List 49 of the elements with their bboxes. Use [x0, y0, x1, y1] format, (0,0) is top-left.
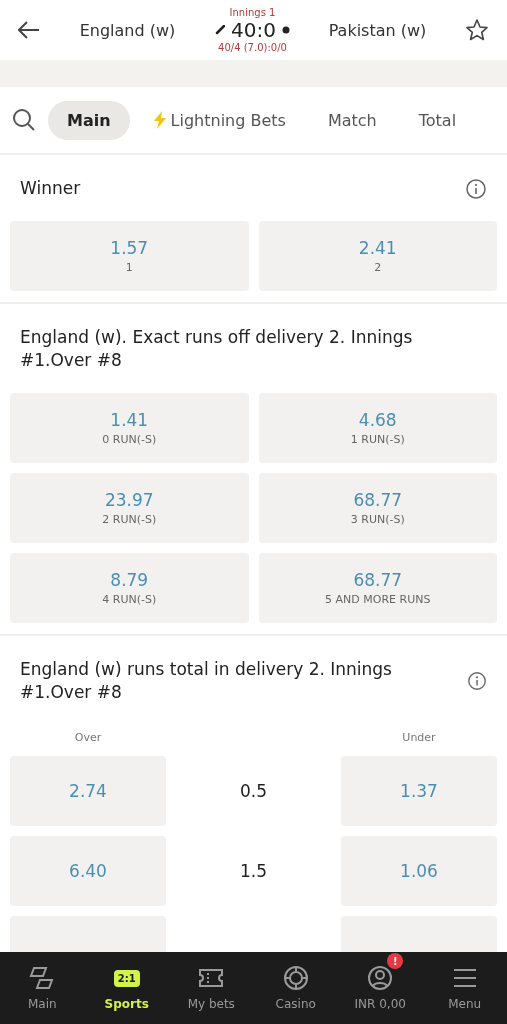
- odds-button[interactable]: 1.06: [341, 836, 497, 906]
- nav-item[interactable]: My bets: [169, 952, 254, 1024]
- lightning-icon: [152, 111, 167, 129]
- info-icon[interactable]: [465, 177, 487, 200]
- nav-item[interactable]: ! INR 0,00: [338, 952, 423, 1024]
- nav-item[interactable]: Main: [0, 952, 85, 1024]
- innings-label: Innings 1: [229, 7, 276, 18]
- score: 40:0: [231, 18, 276, 42]
- odds-button[interactable]: 6.40: [10, 836, 166, 906]
- alert-badge: !: [387, 953, 404, 969]
- user-icon: [367, 965, 394, 991]
- column-label: Under: [401, 731, 437, 744]
- tab[interactable]: Match: [308, 100, 396, 140]
- team-name: Pakistan (w): [327, 20, 428, 40]
- search-icon[interactable]: [12, 108, 36, 132]
- ticket-icon: [198, 967, 225, 989]
- odds-button[interactable]: 1.41 0 RUN(-S): [10, 393, 249, 463]
- back-arrow-icon[interactable]: [18, 21, 40, 39]
- nav-item[interactable]: Menu: [422, 952, 507, 1024]
- total-line: 1.5: [238, 861, 268, 881]
- nav-item[interactable]: 2:1 Sports: [84, 952, 169, 1024]
- tab[interactable]: Lightning Bets: [133, 100, 305, 140]
- odds-button[interactable]: 4.68 1 RUN(-S): [258, 393, 497, 463]
- market-title: Winner: [20, 177, 81, 200]
- nav-item[interactable]: Casino: [253, 952, 338, 1024]
- odds-button[interactable]: 2.41 2: [258, 221, 497, 291]
- score-detail: 40/4 (7.0):0/0: [218, 42, 287, 53]
- odds-button[interactable]: 1.37: [341, 756, 497, 826]
- chip-icon: [282, 965, 309, 991]
- ball-icon: [281, 26, 290, 34]
- score-badge: 2:1: [113, 969, 140, 987]
- menu-icon: [451, 967, 478, 989]
- column-label: Over: [73, 731, 103, 744]
- squares-icon: [29, 966, 56, 990]
- odds-button[interactable]: 68.77 3 RUN(-S): [258, 473, 497, 543]
- market-title: England (w) runs total in delivery 2. Innings #1.Over #8: [20, 658, 393, 704]
- odds-button[interactable]: 1.57 1: [10, 221, 249, 291]
- bat-icon: [215, 25, 226, 35]
- info-icon[interactable]: [466, 670, 487, 692]
- odds-button[interactable]: 8.79 4 RUN(-S): [10, 553, 249, 623]
- team-name: England (w): [78, 20, 177, 40]
- total-line: 0.5: [238, 781, 268, 801]
- market-title: England (w). Exact runs off delivery 2. Innings #1.Over #8: [20, 326, 414, 372]
- star-icon[interactable]: [465, 18, 489, 42]
- odds-button[interactable]: 23.97 2 RUN(-S): [10, 473, 249, 543]
- odds-button[interactable]: 68.77 5 AND MORE RUNS: [258, 553, 497, 623]
- tab[interactable]: Main: [48, 100, 130, 140]
- odds-button[interactable]: 2.74: [10, 756, 166, 826]
- tab[interactable]: Total: [399, 100, 476, 140]
